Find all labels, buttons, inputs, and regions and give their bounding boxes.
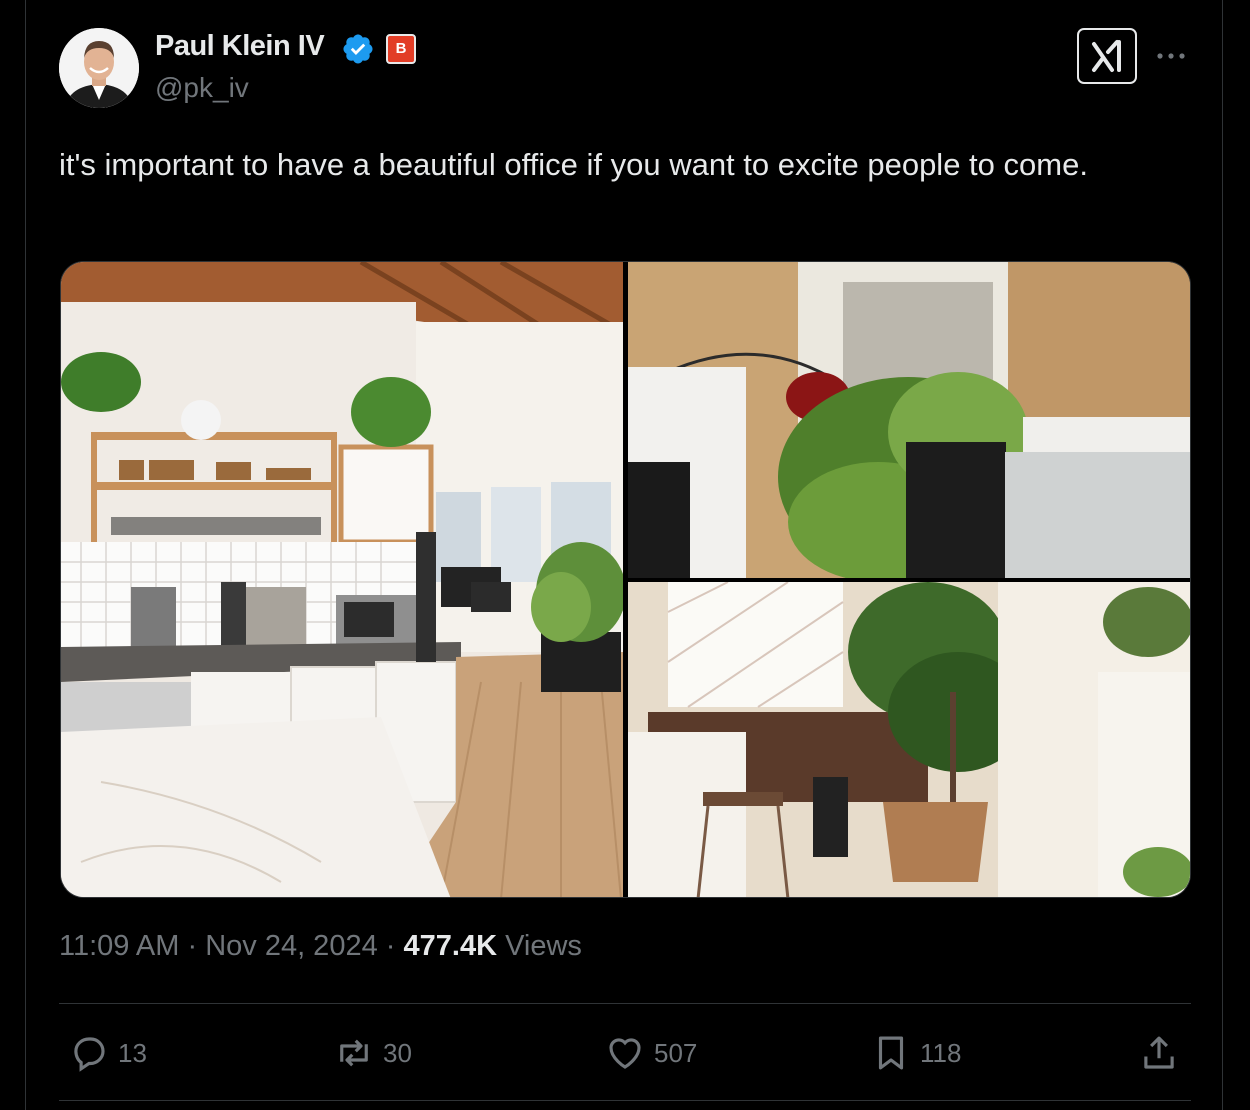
tweet-text: it's important to have a beautiful offic… [59, 147, 1088, 182]
like-button[interactable]: 507 [604, 1030, 697, 1076]
bookmark-button[interactable]: 118 [870, 1030, 961, 1076]
photo-kitchen[interactable] [61, 262, 623, 897]
retweet-count: 30 [383, 1037, 412, 1068]
org-badge[interactable]: B [386, 34, 416, 64]
grok-icon[interactable] [1077, 28, 1137, 84]
divider [59, 1100, 1191, 1101]
bookmark-count: 118 [920, 1037, 962, 1068]
photo-plants[interactable] [628, 262, 1190, 578]
author-handle[interactable]: @pk_iv [155, 72, 249, 104]
author-name[interactable]: Paul Klein IV [155, 30, 325, 63]
retweet-button[interactable]: 30 [333, 1030, 412, 1076]
verified-badge-icon[interactable] [341, 32, 375, 66]
views-count: 477.4K [403, 930, 498, 962]
tweet-time[interactable]: 11:09 AM [59, 930, 179, 962]
more-horizontal-icon[interactable] [1153, 42, 1189, 70]
tweet-date[interactable]: Nov 24, 2024 [205, 930, 378, 962]
media-grid[interactable] [60, 261, 1191, 898]
like-count: 507 [654, 1037, 698, 1068]
heart-icon [609, 1038, 641, 1069]
separator: · [385, 930, 396, 962]
reply-icon [74, 1037, 105, 1072]
divider [59, 1003, 1191, 1004]
separator: · [187, 930, 198, 962]
reply-button[interactable]: 13 [68, 1030, 147, 1076]
avatar[interactable] [59, 28, 139, 108]
reply-count: 13 [118, 1037, 147, 1068]
retweet-icon [340, 1039, 368, 1067]
tweet-metadata: 11:09 AM · Nov 24, 2024 · 477.4K Views [59, 930, 582, 963]
share-button[interactable] [1138, 1030, 1188, 1076]
share-icon [1144, 1036, 1174, 1069]
views-label: Views [505, 930, 582, 962]
bookmark-icon [878, 1036, 904, 1070]
photo-lounge[interactable] [628, 582, 1190, 897]
